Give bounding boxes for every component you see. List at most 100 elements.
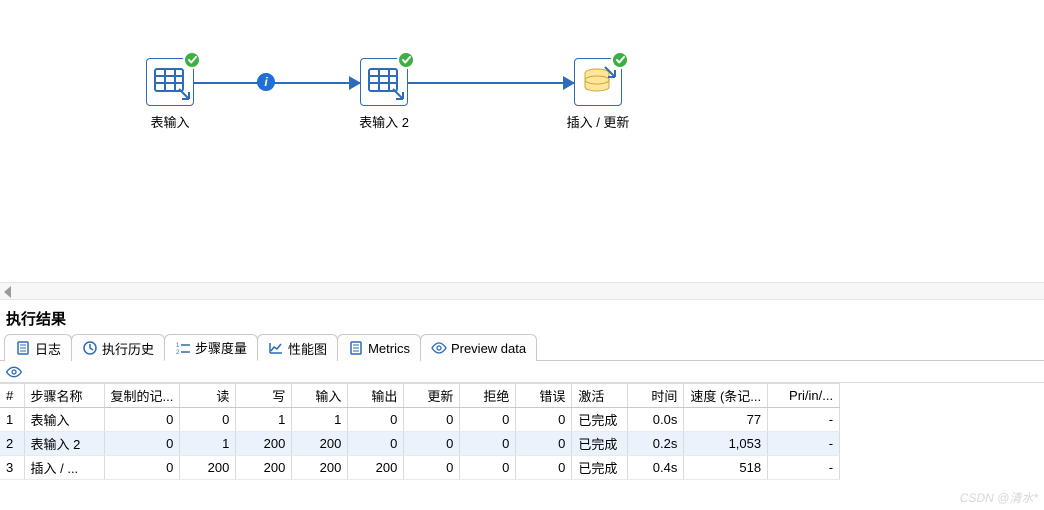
cell-read: 1 <box>180 432 236 456</box>
success-badge-icon <box>397 51 415 69</box>
step-icon <box>574 58 622 106</box>
cell-idx: 1 <box>0 408 24 432</box>
cell-upd: 0 <box>404 408 460 432</box>
success-badge-icon <box>611 51 629 69</box>
cell-in: 200 <box>292 432 348 456</box>
table-row[interactable]: 2表输入 2012002000000已完成0.2s1,053- <box>0 432 840 456</box>
step-label: 表输入 <box>130 112 210 131</box>
cell-name: 表输入 <box>24 408 104 432</box>
column-header-act[interactable]: 激活 <box>572 384 628 408</box>
step-node-n3[interactable]: 插入 / 更新 <box>558 58 638 131</box>
chart-icon <box>268 340 284 356</box>
column-header-in[interactable]: 输入 <box>292 384 348 408</box>
cell-rej: 0 <box>460 456 516 480</box>
column-header-upd[interactable]: 更新 <box>404 384 460 408</box>
transformation-canvas[interactable]: 表输入 表输入 2 插入 / 更新 i <box>0 0 1044 282</box>
column-header-speed[interactable]: 速度 (条记... <box>684 384 768 408</box>
cell-copy: 0 <box>104 456 180 480</box>
clock-icon <box>82 340 98 356</box>
step-label: 表输入 2 <box>344 112 424 131</box>
tab-metrics2[interactable]: Metrics <box>337 334 421 361</box>
column-header-copy[interactable]: 复制的记... <box>104 384 180 408</box>
results-tabs: 日志 执行历史 步骤度量 性能图 Metrics Preview data <box>0 333 1044 361</box>
cell-pri: - <box>768 456 840 480</box>
cell-act: 已完成 <box>572 456 628 480</box>
view-icon[interactable] <box>6 364 22 380</box>
cell-pri: - <box>768 408 840 432</box>
cell-name: 插入 / ... <box>24 456 104 480</box>
doc-icon <box>348 340 364 356</box>
tab-log[interactable]: 日志 <box>4 334 72 361</box>
tab-perf[interactable]: 性能图 <box>257 334 338 361</box>
column-header-write[interactable]: 写 <box>236 384 292 408</box>
column-header-out[interactable]: 输出 <box>348 384 404 408</box>
column-header-err[interactable]: 错误 <box>516 384 572 408</box>
cell-read: 200 <box>180 456 236 480</box>
step-icon <box>146 58 194 106</box>
tab-label: 执行历史 <box>102 339 154 358</box>
cell-speed: 77 <box>684 408 768 432</box>
cell-err: 0 <box>516 432 572 456</box>
arrow-head-icon <box>349 76 361 90</box>
cell-out: 0 <box>348 408 404 432</box>
step-metrics-table[interactable]: #步骤名称复制的记...读写输入输出更新拒绝错误激活时间速度 (条记...Pri… <box>0 383 840 480</box>
cell-rej: 0 <box>460 432 516 456</box>
cell-err: 0 <box>516 456 572 480</box>
hop-info-icon[interactable]: i <box>257 73 275 91</box>
cell-time: 0.4s <box>628 456 684 480</box>
cell-write: 200 <box>236 432 292 456</box>
cell-copy: 0 <box>104 408 180 432</box>
cell-upd: 0 <box>404 456 460 480</box>
cell-err: 0 <box>516 408 572 432</box>
success-badge-icon <box>183 51 201 69</box>
column-header-pri[interactable]: Pri/in/... <box>768 384 840 408</box>
watermark: CSDN @清水* <box>960 489 1038 506</box>
step-node-n2[interactable]: 表输入 2 <box>344 58 424 131</box>
tab-label: 日志 <box>35 339 61 358</box>
eye-icon <box>431 340 447 356</box>
tab-label: 步骤度量 <box>195 338 247 357</box>
cell-rej: 0 <box>460 408 516 432</box>
cell-out: 200 <box>348 456 404 480</box>
results-panel-title: 执行结果 <box>0 300 1044 333</box>
tab-label: 性能图 <box>288 339 327 358</box>
cell-name: 表输入 2 <box>24 432 104 456</box>
cell-act: 已完成 <box>572 432 628 456</box>
toolbar-row <box>0 361 1044 383</box>
cell-time: 0.2s <box>628 432 684 456</box>
column-header-name[interactable]: 步骤名称 <box>24 384 104 408</box>
cell-speed: 518 <box>684 456 768 480</box>
arrow-head-icon <box>563 76 575 90</box>
tab-metrics[interactable]: 步骤度量 <box>164 334 258 361</box>
cell-speed: 1,053 <box>684 432 768 456</box>
column-header-idx[interactable]: # <box>0 384 24 408</box>
tab-preview[interactable]: Preview data <box>420 334 537 361</box>
list-num-icon <box>175 340 191 356</box>
cell-read: 0 <box>180 408 236 432</box>
cell-write: 1 <box>236 408 292 432</box>
column-header-read[interactable]: 读 <box>180 384 236 408</box>
cell-out: 0 <box>348 432 404 456</box>
doc-icon <box>15 340 31 356</box>
tab-history[interactable]: 执行历史 <box>71 334 165 361</box>
cell-act: 已完成 <box>572 408 628 432</box>
cell-idx: 3 <box>0 456 24 480</box>
cell-in: 200 <box>292 456 348 480</box>
cell-write: 200 <box>236 456 292 480</box>
table-row[interactable]: 1表输入00110000已完成0.0s77- <box>0 408 840 432</box>
canvas-horizontal-scrollbar[interactable] <box>0 282 1044 300</box>
hop-n2-n3[interactable] <box>408 82 574 84</box>
tab-label: Metrics <box>368 341 410 356</box>
column-header-rej[interactable]: 拒绝 <box>460 384 516 408</box>
step-node-n1[interactable]: 表输入 <box>130 58 210 131</box>
scroll-left-arrow-icon[interactable] <box>4 286 11 298</box>
cell-copy: 0 <box>104 432 180 456</box>
step-icon <box>360 58 408 106</box>
cell-idx: 2 <box>0 432 24 456</box>
cell-upd: 0 <box>404 432 460 456</box>
tab-label: Preview data <box>451 341 526 356</box>
table-row[interactable]: 3插入 / ...0200200200200000已完成0.4s518- <box>0 456 840 480</box>
cell-time: 0.0s <box>628 408 684 432</box>
hop-n1-n2[interactable]: i <box>194 82 360 84</box>
column-header-time[interactable]: 时间 <box>628 384 684 408</box>
